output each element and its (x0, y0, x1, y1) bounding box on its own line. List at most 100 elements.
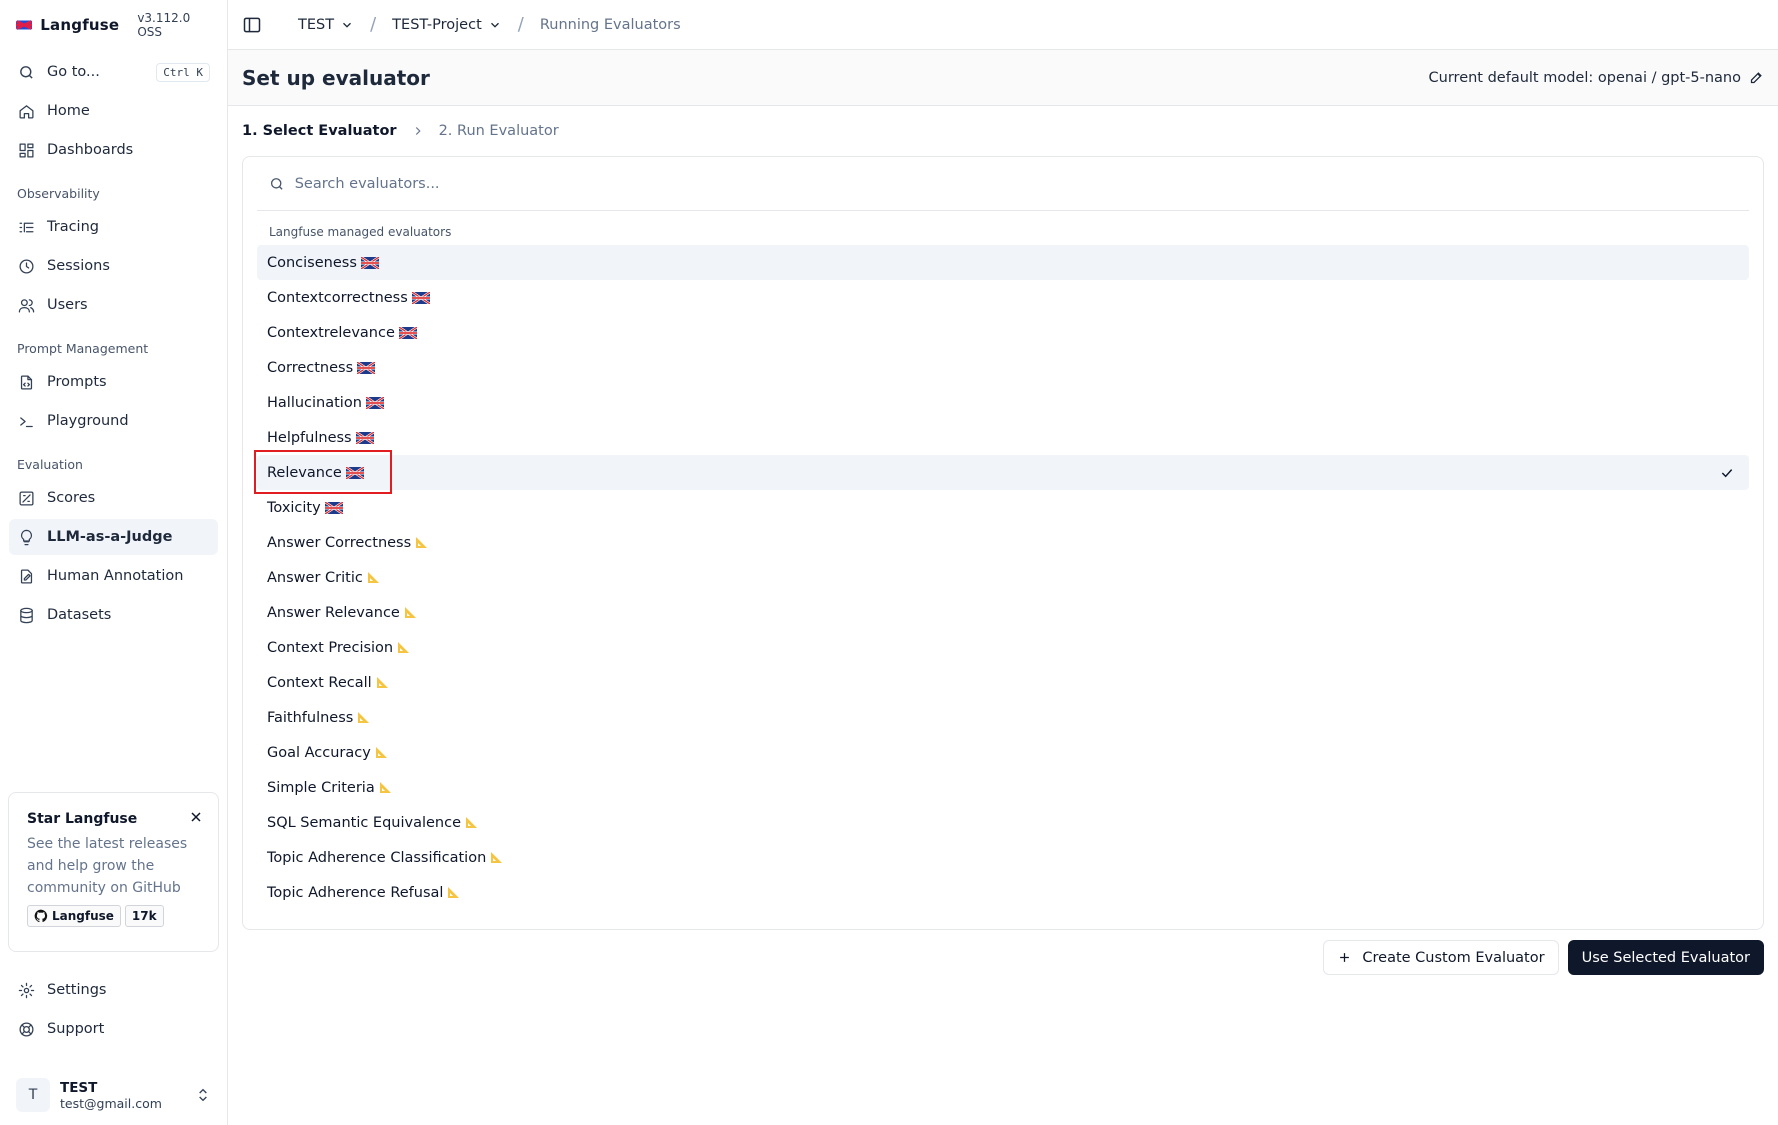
sidebar-item-prompts[interactable]: Prompts (9, 364, 218, 400)
github-star-count[interactable]: 17k (124, 905, 164, 927)
github-badge-label: Langfuse (52, 909, 114, 923)
evaluator-option-hallucination[interactable]: Hallucination (257, 385, 1749, 420)
search-input[interactable] (294, 175, 1737, 192)
sidebar-item-label: Settings (47, 982, 107, 998)
check-icon (1721, 468, 1733, 477)
topbar: TEST / TEST-Project / Running Evaluators (228, 0, 1778, 50)
evaluator-option-relevance[interactable]: Relevance (254, 450, 1749, 494)
pencil-icon[interactable] (1749, 70, 1764, 85)
evaluator-option-label: Topic Adherence Refusal (267, 884, 444, 901)
star-card-text: See the latest releases and help grow th… (27, 836, 188, 896)
page-header: Set up evaluator Current default model: … (228, 50, 1778, 106)
breadcrumb-project-label: TEST-Project (392, 16, 482, 33)
sidebar: Langfuse v3.112.0 OSS Go to... Ctrl K Ho… (0, 0, 228, 1125)
github-icon (34, 909, 48, 923)
ruler-icon (379, 782, 391, 793)
step-run-evaluator[interactable]: 2. Run Evaluator (439, 123, 559, 139)
evaluator-option-helpfulness[interactable]: Helpfulness (257, 420, 1749, 455)
sidebar-item-users[interactable]: Users (9, 287, 218, 323)
file-code-icon (17, 373, 35, 391)
user-menu[interactable]: T TEST test@gmail.com (16, 1073, 211, 1117)
evaluator-option-label: Faithfulness (267, 709, 354, 726)
ruler-icon (416, 537, 428, 548)
sidebar-item-settings[interactable]: Settings (9, 972, 218, 1008)
evaluator-option-toxicity[interactable]: Toxicity (257, 490, 1749, 525)
sidebar-item-scores[interactable]: Scores (9, 480, 218, 516)
star-langfuse-card: Star Langfuse See the latest releases an… (8, 792, 219, 952)
ruler-icon (376, 677, 388, 688)
sidebar-item-tracing[interactable]: Tracing (9, 209, 218, 245)
breadcrumb-separator: / (370, 14, 377, 35)
sidebar-item-dashboards[interactable]: Dashboards (9, 132, 218, 168)
github-badges[interactable]: Langfuse 17k (27, 905, 202, 927)
evaluator-option-answer-critic[interactable]: Answer Critic (257, 560, 1749, 595)
evaluator-option-answer-correctness[interactable]: Answer Correctness (257, 525, 1749, 560)
evaluator-option-label: Contextcorrectness (267, 289, 408, 306)
sidebar-item-label: Human Annotation (47, 568, 184, 584)
use-selected-evaluator-button[interactable]: Use Selected Evaluator (1567, 940, 1764, 975)
breadcrumb-separator: / (517, 14, 524, 35)
evaluator-option-context-recall[interactable]: Context Recall (257, 665, 1749, 700)
evaluator-option-faithfulness[interactable]: Faithfulness (257, 700, 1749, 735)
evaluator-option-correctness[interactable]: Correctness (257, 350, 1749, 385)
flag-icon (355, 431, 374, 444)
avatar: T (16, 1078, 50, 1112)
evaluator-option-context-precision[interactable]: Context Precision (257, 630, 1749, 665)
step-select-evaluator[interactable]: 1. Select Evaluator (242, 123, 397, 139)
sidebar-item-home[interactable]: Home (9, 93, 218, 129)
evaluator-option-contextcorrectness[interactable]: Contextcorrectness (257, 280, 1749, 315)
home-icon (17, 102, 35, 120)
create-custom-evaluator-button[interactable]: Create Custom Evaluator (1323, 940, 1559, 975)
evaluator-option-label: Goal Accuracy (267, 744, 371, 761)
lifebuoy-icon (17, 1020, 35, 1038)
sidebar-item-llm-as-a-judge[interactable]: LLM-as-a-Judge (9, 519, 218, 555)
breadcrumb-org[interactable]: TEST (298, 17, 354, 33)
sidebar-item-sessions[interactable]: Sessions (9, 248, 218, 284)
sidebar-item-label: Playground (47, 413, 129, 429)
brand[interactable]: Langfuse v3.112.0 OSS (0, 0, 227, 50)
evaluator-option-sql-semantic-equivalence[interactable]: SQL Semantic Equivalence (257, 805, 1749, 840)
sidebar-item-label: Support (47, 1021, 105, 1037)
evaluator-option-contextrelevance[interactable]: Contextrelevance (257, 315, 1749, 350)
github-star-badge[interactable]: Langfuse (27, 905, 121, 927)
sidebar-item-label: Prompts (47, 374, 107, 390)
sidebar-item-label: LLM-as-a-Judge (47, 529, 173, 545)
evaluator-option-topic-adherence-refusal[interactable]: Topic Adherence Refusal (257, 875, 1749, 910)
ruler-icon (375, 747, 387, 758)
breadcrumb-page[interactable]: Running Evaluators (540, 17, 681, 33)
tracing-icon (17, 218, 35, 236)
close-icon[interactable] (188, 809, 204, 825)
evaluator-option-label: Hallucination (267, 394, 362, 411)
ruler-icon (466, 817, 478, 828)
user-email: test@gmail.com (60, 1095, 162, 1111)
evaluator-option-conciseness[interactable]: Conciseness (257, 245, 1749, 280)
evaluator-option-topic-adherence-classification[interactable]: Topic Adherence Classification (257, 840, 1749, 875)
ruler-icon (491, 852, 503, 863)
star-card-title: Star Langfuse (27, 811, 138, 827)
chevron-down-icon (490, 22, 499, 28)
annotation-icon (17, 567, 35, 585)
breadcrumb-project[interactable]: TEST-Project (392, 17, 502, 33)
sidebar-item-datasets[interactable]: Datasets (9, 597, 218, 633)
evaluator-option-answer-relevance[interactable]: Answer Relevance (257, 595, 1749, 630)
goto-button[interactable]: Go to... Ctrl K (9, 54, 218, 90)
ruler-icon (404, 607, 416, 618)
evaluator-option-label: Toxicity (267, 499, 321, 516)
langfuse-logo-icon (16, 20, 33, 30)
main-content: TEST / TEST-Project / Running Evaluators… (228, 0, 1778, 1125)
evaluator-option-goal-accuracy[interactable]: Goal Accuracy (257, 735, 1749, 770)
sidebar-item-label: Tracing (47, 219, 99, 235)
sidebar-section-title: Observability (17, 186, 100, 201)
sidebar-item-support[interactable]: Support (9, 1011, 218, 1047)
evaluator-option-simple-criteria[interactable]: Simple Criteria (257, 770, 1749, 805)
sidebar-bottom-nav: Settings Support (9, 972, 218, 1050)
goto-label: Go to... (47, 64, 100, 80)
evaluator-option-label: Correctness (267, 359, 354, 376)
clock-icon (17, 257, 35, 275)
sidebar-item-playground[interactable]: Playground (9, 403, 218, 439)
sidebar-toggle-icon[interactable] (242, 15, 262, 35)
sidebar-item-human-annotation[interactable]: Human Annotation (9, 558, 218, 594)
search-icon (270, 177, 283, 190)
plus-icon (1340, 953, 1350, 962)
dashboard-icon (17, 141, 35, 159)
